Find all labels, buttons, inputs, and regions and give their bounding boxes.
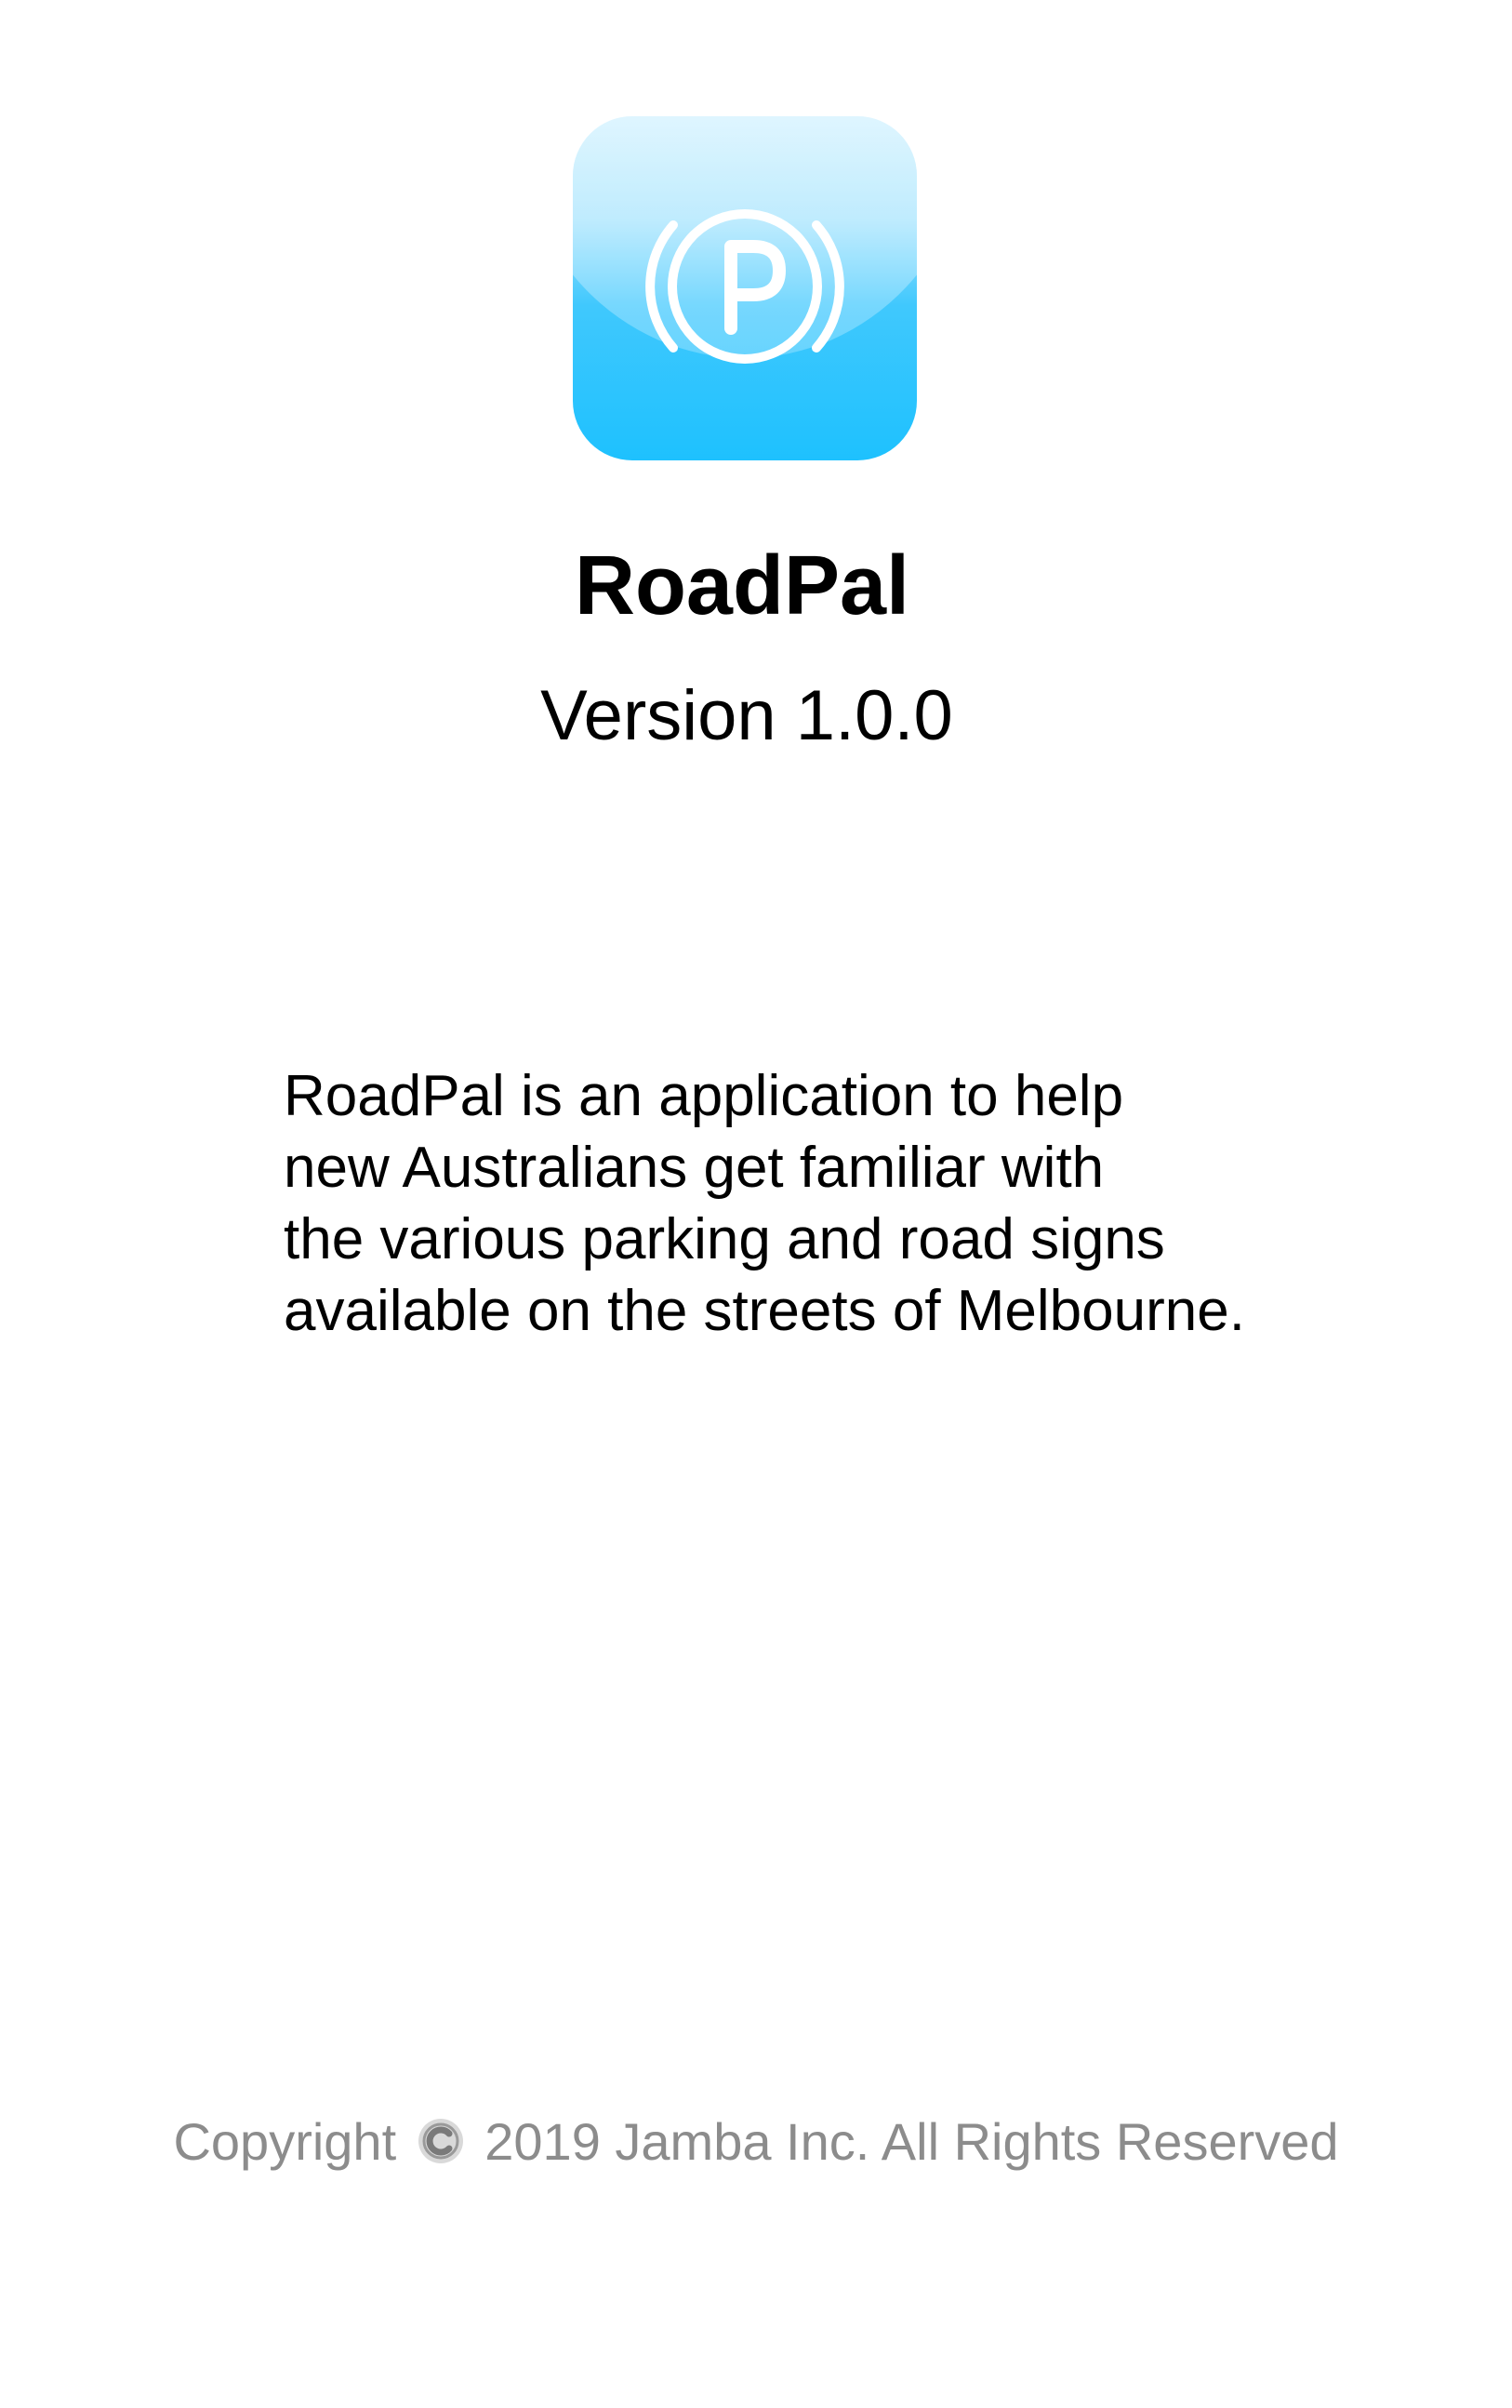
description-line: available on the streets of Melbourne. <box>284 1279 1245 1343</box>
copyright-icon <box>417 2115 465 2163</box>
app-version: Version 1.0.0 <box>540 676 953 755</box>
app-icon <box>573 116 917 460</box>
description-line: RoadPal is an application to help <box>284 1064 1124 1128</box>
copyright-prefix: Copyright <box>173 2112 397 2171</box>
app-name: RoadPal <box>574 539 910 632</box>
copyright-notice: Copyright 2019 Jamba Inc. All Rights Res… <box>0 2109 1512 2175</box>
copyright-text: 2019 Jamba Inc. All Rights Reserved <box>484 2112 1339 2171</box>
description-line: new Australians get familiar with <box>284 1136 1105 1200</box>
parking-brake-icon <box>645 209 844 364</box>
app-description: RoadPal is an application to help new Au… <box>284 1060 1353 1347</box>
description-line: the various parking and road signs <box>284 1207 1165 1271</box>
